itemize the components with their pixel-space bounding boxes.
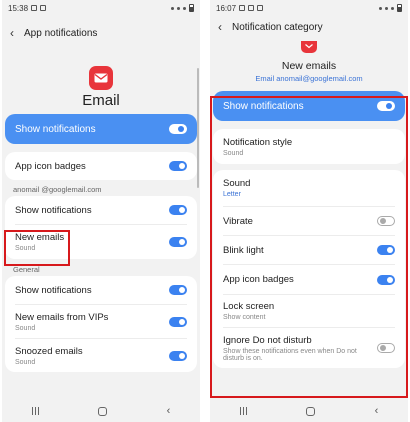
show-notifications-master[interactable]: Show notifications	[213, 91, 405, 121]
new-emails-vips-toggle[interactable]	[169, 316, 187, 327]
page-title: Notification category	[232, 21, 323, 33]
ignore-dnd-toggle[interactable]	[377, 343, 395, 353]
show-notifications-master[interactable]: Show notifications	[5, 114, 197, 144]
app-bar: ‹ App notifications	[2, 16, 200, 50]
app-icon-badges-row[interactable]: App icon badges	[5, 152, 197, 180]
nav-back-icon[interactable]: ‹	[167, 405, 171, 417]
row-label: App icon badges	[223, 274, 294, 285]
mute-icon	[171, 6, 174, 10]
left-screen: 15:38 ‹ App notifications Email Show not…	[2, 0, 200, 422]
app-name: Email	[82, 92, 120, 109]
battery-icon	[189, 4, 194, 12]
email-app-icon	[89, 66, 113, 90]
snoozed-emails-row[interactable]: Snoozed emails Sound	[5, 339, 197, 372]
new-emails-sub: Sound	[15, 245, 36, 252]
clock: 15:38	[8, 3, 29, 13]
row-sub: Show content	[223, 314, 266, 321]
app-icon-badges-row[interactable]: App icon badges	[213, 265, 405, 294]
snoozed-emails-toggle[interactable]	[169, 350, 187, 361]
show-notifications-toggle[interactable]	[169, 124, 187, 134]
right-screen: 16:07 ‹ Notification category New emails…	[210, 0, 408, 422]
home-icon[interactable]	[306, 406, 316, 416]
gallery-icon	[31, 5, 38, 11]
wifi-icon	[177, 6, 180, 10]
category-header: New emails Email anomail@googlemail.com	[210, 36, 408, 83]
page-title: App notifications	[24, 27, 98, 39]
new-emails-vips-row[interactable]: New emails from VIPs Sound	[5, 305, 197, 338]
row-label: Sound	[223, 178, 251, 189]
new-emails-toggle[interactable]	[169, 237, 187, 247]
notification-icon	[40, 5, 47, 11]
row-label: Show notifications	[15, 284, 92, 296]
account-section-label: anomail @googlemail.com	[13, 184, 102, 194]
category-name: New emails	[281, 60, 337, 72]
show-notifications-label: Show notifications	[223, 100, 304, 112]
row-sub: Sound	[15, 358, 36, 366]
account-show-notifications-row[interactable]: Show notifications	[5, 196, 197, 224]
row-label: New emails from VIPs	[15, 311, 109, 323]
app-header: Email	[2, 66, 200, 109]
general-card: Show notifications New emails from VIPs …	[5, 276, 197, 372]
row-label: Ignore Do not disturb	[223, 334, 312, 346]
recents-icon[interactable]	[239, 407, 247, 415]
general-show-notifications-toggle[interactable]	[169, 285, 187, 295]
email-app-icon	[301, 40, 317, 53]
row-label: Show notifications	[15, 204, 92, 216]
row-label: Snoozed emails	[15, 345, 83, 357]
notification-icon	[257, 5, 264, 11]
general-show-notifications-row[interactable]: Show notifications	[5, 276, 197, 304]
recents-icon[interactable]	[31, 407, 39, 415]
row-label: Lock screen	[223, 301, 275, 312]
lock-screen-row[interactable]: Lock screen Show content	[213, 295, 405, 327]
settings-status-icon	[248, 5, 255, 11]
new-emails-row[interactable]: New emails Sound	[5, 225, 197, 259]
row-sub: Sound	[15, 324, 36, 332]
nav-back-icon[interactable]: ‹	[375, 405, 379, 417]
row-sub: Sound	[223, 149, 244, 157]
account-show-notifications-toggle[interactable]	[169, 205, 187, 215]
account-card: Show notifications New emails Sound	[5, 196, 197, 259]
gallery-icon	[239, 5, 246, 11]
notification-style-row[interactable]: Notification style Sound	[213, 129, 405, 164]
navigation-bar: ‹	[210, 400, 408, 422]
scrollbar[interactable]	[197, 68, 199, 188]
blink-light-row[interactable]: Blink light	[213, 236, 405, 264]
ignore-dnd-row[interactable]: Ignore Do not disturb Show these notific…	[213, 328, 405, 368]
wifi-icon	[385, 6, 388, 10]
row-sub: Letter	[223, 191, 241, 198]
mute-icon	[379, 6, 382, 10]
home-icon[interactable]	[98, 406, 108, 416]
sound-row[interactable]: Sound Letter	[213, 170, 405, 206]
account-line: Email anomail@googlemail.com	[255, 74, 363, 83]
signal-icon	[391, 6, 394, 10]
vibrate-toggle[interactable]	[377, 216, 395, 226]
app-icon-badges-toggle[interactable]	[377, 274, 395, 285]
row-label: Vibrate	[223, 215, 253, 227]
back-arrow-icon[interactable]: ‹	[10, 26, 14, 40]
app-icon-badges-card: App icon badges	[5, 152, 197, 180]
blink-light-toggle[interactable]	[377, 245, 395, 255]
sound-card: Sound Letter Vibrate Blink light App ico…	[213, 170, 405, 368]
clock: 16:07	[216, 3, 237, 13]
signal-icon	[183, 6, 186, 10]
back-arrow-icon[interactable]: ‹	[218, 20, 222, 34]
status-bar: 15:38	[2, 0, 200, 16]
show-notifications-toggle[interactable]	[377, 101, 395, 111]
app-icon-badges-toggle[interactable]	[169, 161, 187, 171]
row-sub: Show these notifications even when Do no…	[223, 347, 357, 362]
status-bar: 16:07	[210, 0, 408, 16]
new-emails-label: New emails	[15, 232, 65, 243]
row-label: Blink light	[223, 244, 264, 256]
app-icon-badges-label: App icon badges	[15, 160, 86, 172]
navigation-bar: ‹	[2, 400, 200, 422]
battery-icon	[397, 4, 402, 12]
app-bar: ‹ Notification category	[210, 16, 408, 38]
settings-card: Notification style Sound	[213, 129, 405, 164]
general-section-label: General	[13, 264, 40, 274]
row-label: Notification style	[223, 136, 293, 148]
vibrate-row[interactable]: Vibrate	[213, 207, 405, 235]
show-notifications-label: Show notifications	[15, 123, 96, 135]
